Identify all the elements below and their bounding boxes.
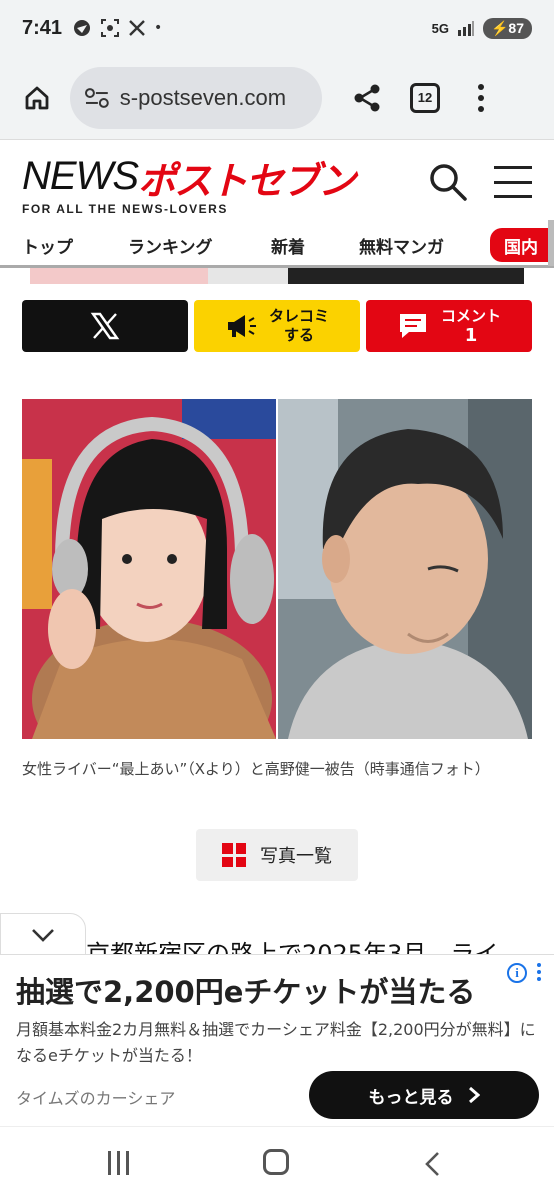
battery-level: 87 — [508, 19, 524, 36]
chevron-right-icon — [468, 1086, 480, 1104]
nav-item-top[interactable]: トップ — [22, 233, 73, 258]
photo-gallery-label: 写真一覧 — [260, 846, 332, 867]
nav-item-domestic[interactable]: 国内 — [490, 228, 554, 262]
x-icon — [129, 20, 145, 36]
ad-info-icon[interactable]: i — [507, 963, 527, 983]
signal-icon — [457, 21, 474, 36]
home-button[interactable] — [14, 75, 60, 121]
ad-cta-button[interactable]: もっと見る — [309, 1071, 539, 1119]
site-tagline: FOR ALL THE NEWS-LOVERS — [22, 202, 228, 216]
address-bar[interactable]: s-postseven.com — [70, 66, 322, 129]
comment-icon — [399, 314, 426, 338]
comment-count: 1 — [464, 325, 478, 346]
chevron-down-icon — [32, 929, 54, 942]
site-logo-news[interactable]: NEWS — [22, 154, 139, 199]
category-nav: トップ ランキング 新着 無料マンガ 国内 — [0, 220, 554, 268]
system-home-icon[interactable] — [263, 1149, 289, 1175]
tarekomi-label-line1: タレコミ — [268, 307, 329, 325]
vpn-icon — [74, 20, 91, 36]
photo-gallery-button[interactable]: 写真一覧 — [196, 829, 358, 881]
photo-left-livestreamer — [22, 399, 276, 739]
browser-menu-button[interactable] — [476, 83, 486, 112]
network-label: 5G — [431, 20, 449, 36]
grid-icon — [222, 843, 246, 867]
share-page-button[interactable] — [344, 75, 390, 121]
comment-button[interactable]: コメント 1 — [366, 300, 532, 352]
menu-dot-icon — [478, 105, 484, 112]
search-icon[interactable] — [428, 162, 468, 202]
system-nav-bar — [0, 1126, 554, 1200]
status-dot: • — [154, 20, 163, 36]
comment-label: コメント — [440, 307, 501, 325]
ad-advertiser: タイムズのカーシェア — [16, 1089, 176, 1108]
photo-right-defendant — [278, 399, 532, 739]
ad-options-icon[interactable] — [537, 963, 541, 981]
site-settings-icon[interactable] — [84, 87, 110, 109]
nav-item-ranking[interactable]: ランキング — [128, 233, 213, 258]
share-x-button[interactable] — [22, 300, 188, 352]
megaphone-icon — [227, 315, 256, 337]
nav-item-manga[interactable]: 無料マンガ — [359, 233, 444, 258]
status-bar: 7:41 • 5G ⚡87 — [0, 0, 554, 56]
nav-scroll-indicator — [548, 220, 554, 266]
ad-description: 月額基本料金2カ月無料＆抽選でカーシェア料金【2,200円分が無料】になるeチケ… — [16, 1020, 536, 1065]
share-icon — [354, 84, 380, 111]
site-logo-postseven[interactable]: ポストセブン — [138, 150, 356, 205]
tab-switcher-button[interactable]: 12 — [410, 82, 440, 113]
site-header: NEWS ポストセブン FOR ALL THE NEWS-LOVERS — [0, 140, 554, 226]
article-body-text: 東京都新宿区の路上で2025年3月、ライ — [62, 940, 499, 954]
article-photo[interactable] — [22, 399, 532, 739]
url-text: s-postseven.com — [119, 84, 287, 110]
tarekomi-button[interactable]: タレコミ する — [194, 300, 360, 352]
x-logo-icon — [90, 312, 120, 340]
back-icon[interactable] — [424, 1151, 440, 1177]
menu-dot-icon — [478, 94, 484, 101]
hamburger-menu-icon[interactable] — [494, 166, 532, 198]
collapse-ad-button[interactable] — [0, 913, 86, 957]
recent-apps-icon[interactable] — [108, 1151, 129, 1175]
tab-count: 12 — [417, 90, 433, 105]
browser-toolbar: s-postseven.com 12 — [0, 56, 554, 140]
screenshot-icon — [101, 19, 120, 37]
ad-cta-label: もっと見る — [368, 1087, 454, 1108]
ad-title[interactable]: 抽選で2,200円eチケットが当たる — [16, 969, 475, 1011]
ad-banner[interactable]: 抽選で2,200円eチケットが当たる i 月額基本料金2カ月無料＆抽選でカーシェ… — [0, 954, 554, 1126]
tarekomi-label-line2: する — [283, 326, 314, 344]
menu-dot-icon — [478, 83, 484, 90]
status-time: 7:41 — [22, 16, 63, 39]
nav-item-new[interactable]: 新着 — [271, 233, 305, 258]
home-icon — [25, 86, 49, 109]
share-button-row: タレコミ する コメント 1 — [22, 300, 532, 354]
battery-indicator: ⚡87 — [482, 17, 532, 39]
photo-caption: 女性ライバー“最上あい”（Xより）と高野健一被告（時事通信フォト） — [22, 760, 490, 778]
image-strip — [30, 268, 524, 284]
